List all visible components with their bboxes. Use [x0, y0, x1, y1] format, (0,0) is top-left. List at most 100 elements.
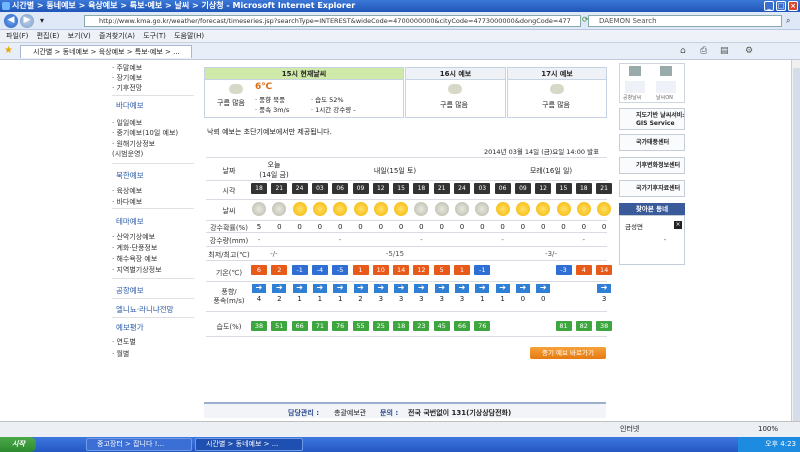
- typhoon-center-link[interactable]: 국가태풍센터: [619, 134, 685, 151]
- forecast-17-box: 17시 예보 구름 많음: [507, 67, 607, 118]
- current-wind-speed: · 풍속 3m/s: [255, 106, 290, 114]
- sidebar-item-regional[interactable]: · 지역별기상정보: [112, 265, 162, 275]
- sidebar-item-long-term[interactable]: · 장기예보: [112, 73, 142, 83]
- airport-weather-icon[interactable]: [625, 81, 645, 93]
- warning-info-icon[interactable]: [629, 66, 641, 76]
- url-field[interactable]: http://www.kma.go.kr/weather/forecast/ti…: [84, 15, 581, 27]
- home-icon[interactable]: ⌂: [680, 46, 686, 56]
- sidebar-item-yearly[interactable]: · 연도별: [112, 337, 136, 347]
- sky-cell: [495, 202, 511, 216]
- menu-help[interactable]: 도움말(H): [174, 30, 204, 43]
- sidebar-heading-airport[interactable]: 공항예보: [116, 285, 144, 296]
- climate-change-link[interactable]: 기후변화정보센터: [619, 157, 685, 174]
- weather-on-label: 날씨ON: [656, 95, 673, 101]
- temp-cell: -1: [474, 265, 491, 275]
- sidebar-item-weekend[interactable]: · 주말예보: [112, 63, 142, 73]
- sidebar-item-mountain[interactable]: · 산악기상예보: [112, 232, 155, 242]
- sidebar-item-flower[interactable]: · 계화·단풍정보: [112, 243, 157, 253]
- precip-prob-cell: 0: [540, 223, 546, 231]
- start-button[interactable]: 시작: [0, 437, 36, 452]
- wind-speed: 1: [317, 295, 323, 303]
- wind-cell: ➔ 3: [373, 284, 389, 303]
- precip-prob-cell: 0: [317, 223, 323, 231]
- sidebar-item-monthly[interactable]: · 월별: [112, 349, 129, 359]
- back-button[interactable]: ◀: [4, 14, 18, 28]
- wind-speed: 3: [419, 295, 424, 303]
- sidebar-heading-elnino[interactable]: 엘니뇨·라니냐전망: [116, 304, 174, 315]
- temp-cell: 1: [352, 265, 369, 275]
- sidebar-item-offshore[interactable]: · 원해기상정보: [112, 139, 155, 149]
- scrollbar[interactable]: [791, 60, 800, 437]
- sidebar-item-mid-term[interactable]: · 중기예보(10일 예보): [112, 128, 178, 138]
- menu-file[interactable]: 파일(F): [6, 30, 28, 43]
- taskbar-item-weather[interactable]: 시간별 > 동네예보 > ...: [195, 438, 303, 451]
- mid-term-forecast-button[interactable]: 중기 예보 바로가기: [530, 347, 606, 359]
- print-icon[interactable]: ⎙: [700, 46, 707, 56]
- taskbar-item-market[interactable]: 중고장터 > 잡니다 !...: [86, 438, 192, 451]
- menu-tools[interactable]: 도구(T): [143, 30, 166, 43]
- dropdown-icon[interactable]: ▾: [40, 16, 44, 25]
- search-input[interactable]: DAEMON Search: [588, 15, 782, 27]
- sky-cell: [251, 202, 267, 216]
- menu-edit[interactable]: 편집(E): [37, 30, 60, 43]
- sidebar-item-climate[interactable]: · 기후전망: [112, 83, 142, 93]
- temp-cell: -4: [311, 265, 328, 275]
- address-bar: ◀ ▶ ▾ http://www.kma.go.kr/weather/forec…: [0, 12, 800, 30]
- sidebar-item-land[interactable]: · 육상예보: [112, 186, 142, 196]
- wind-arrow-icon: ➔: [292, 284, 307, 293]
- gis-service-link[interactable]: 지도기반 날씨서비스 GIS Service: [619, 108, 685, 130]
- cloud-icon: [414, 202, 429, 216]
- wind-cell: ➔ 1: [474, 284, 490, 303]
- current-weather-title: 15시 현재날씨: [205, 68, 403, 80]
- search-icon[interactable]: ⌕: [786, 16, 790, 26]
- minimize-button[interactable]: _: [764, 1, 774, 11]
- wind-speed: 2: [277, 295, 282, 303]
- hour-cell: 03: [474, 183, 491, 194]
- close-button[interactable]: ×: [788, 1, 798, 11]
- hour-cell: 21: [433, 183, 450, 194]
- menu-favorites[interactable]: 즐겨찾기(A): [99, 30, 135, 43]
- sidebar-heading-north[interactable]: 북한예보: [116, 170, 144, 181]
- wind-cell: ➔ 3: [454, 284, 470, 303]
- sidebar-heading-evaluation[interactable]: 예보평가: [116, 322, 144, 333]
- humidity-cell: 18: [393, 321, 410, 331]
- wind-cell: ➔ 4: [251, 284, 267, 303]
- cloud-icon: [272, 202, 287, 216]
- row-label-temp: 기온(℃): [215, 269, 243, 277]
- sky-cell: [434, 202, 450, 216]
- page-icon[interactable]: ▤: [720, 46, 729, 56]
- humidity-cell: 38: [251, 321, 267, 331]
- sidebar-heading-theme[interactable]: 테마예보: [116, 216, 144, 227]
- scrollbar-thumb[interactable]: [793, 68, 800, 428]
- menu-view[interactable]: 보기(V): [68, 30, 91, 43]
- maximize-button[interactable]: □: [776, 1, 786, 11]
- wind-arrow-icon: ➔: [475, 284, 490, 293]
- minmax-day-after: -3/-: [545, 250, 557, 258]
- sidebar-item-sea[interactable]: · 바다예보: [112, 197, 142, 207]
- wind-arrow-icon: ➔: [455, 284, 469, 293]
- weather-tv-icon[interactable]: [660, 66, 672, 76]
- sun-icon: [536, 202, 551, 216]
- tools-icon[interactable]: ⚙: [745, 46, 753, 56]
- sidebar-item-beach[interactable]: · 해수욕장 예보: [112, 254, 157, 264]
- weather-on-icon[interactable]: [656, 81, 676, 93]
- favorite-dong-item[interactable]: 금성면: [625, 221, 643, 231]
- precip-prob-cell: 0: [419, 223, 424, 231]
- row-label-precip-amt: 강수량(mm): [209, 237, 249, 245]
- temp-cell: 1: [454, 265, 470, 275]
- status-zoom[interactable]: 100%: [758, 422, 778, 437]
- remove-icon[interactable]: ×: [674, 221, 682, 229]
- wind-cell: ➔ 3: [393, 284, 409, 303]
- window-title: 시간별 > 동네예보 > 육상예보 > 특보·예보 > 날씨 > 기상청 - M…: [12, 1, 356, 10]
- precip-prob-cell: 0: [459, 223, 465, 231]
- tab-current[interactable]: 시간별 > 동네예보 > 육상예보 > 특보·예보 > ...: [20, 45, 192, 58]
- sidebar-heading-sea[interactable]: 바다예보: [116, 100, 144, 111]
- forward-button[interactable]: ▶: [20, 14, 34, 28]
- favorites-star-icon[interactable]: ★: [4, 45, 13, 56]
- wind-speed: 1: [337, 295, 343, 303]
- sky-cell: [535, 202, 551, 216]
- sidebar-item-daily[interactable]: · 일일예보: [112, 118, 142, 128]
- sun-icon: [394, 202, 409, 216]
- humidity-cell: 66: [454, 321, 470, 331]
- climate-data-link[interactable]: 국가기후자료센터: [619, 180, 685, 197]
